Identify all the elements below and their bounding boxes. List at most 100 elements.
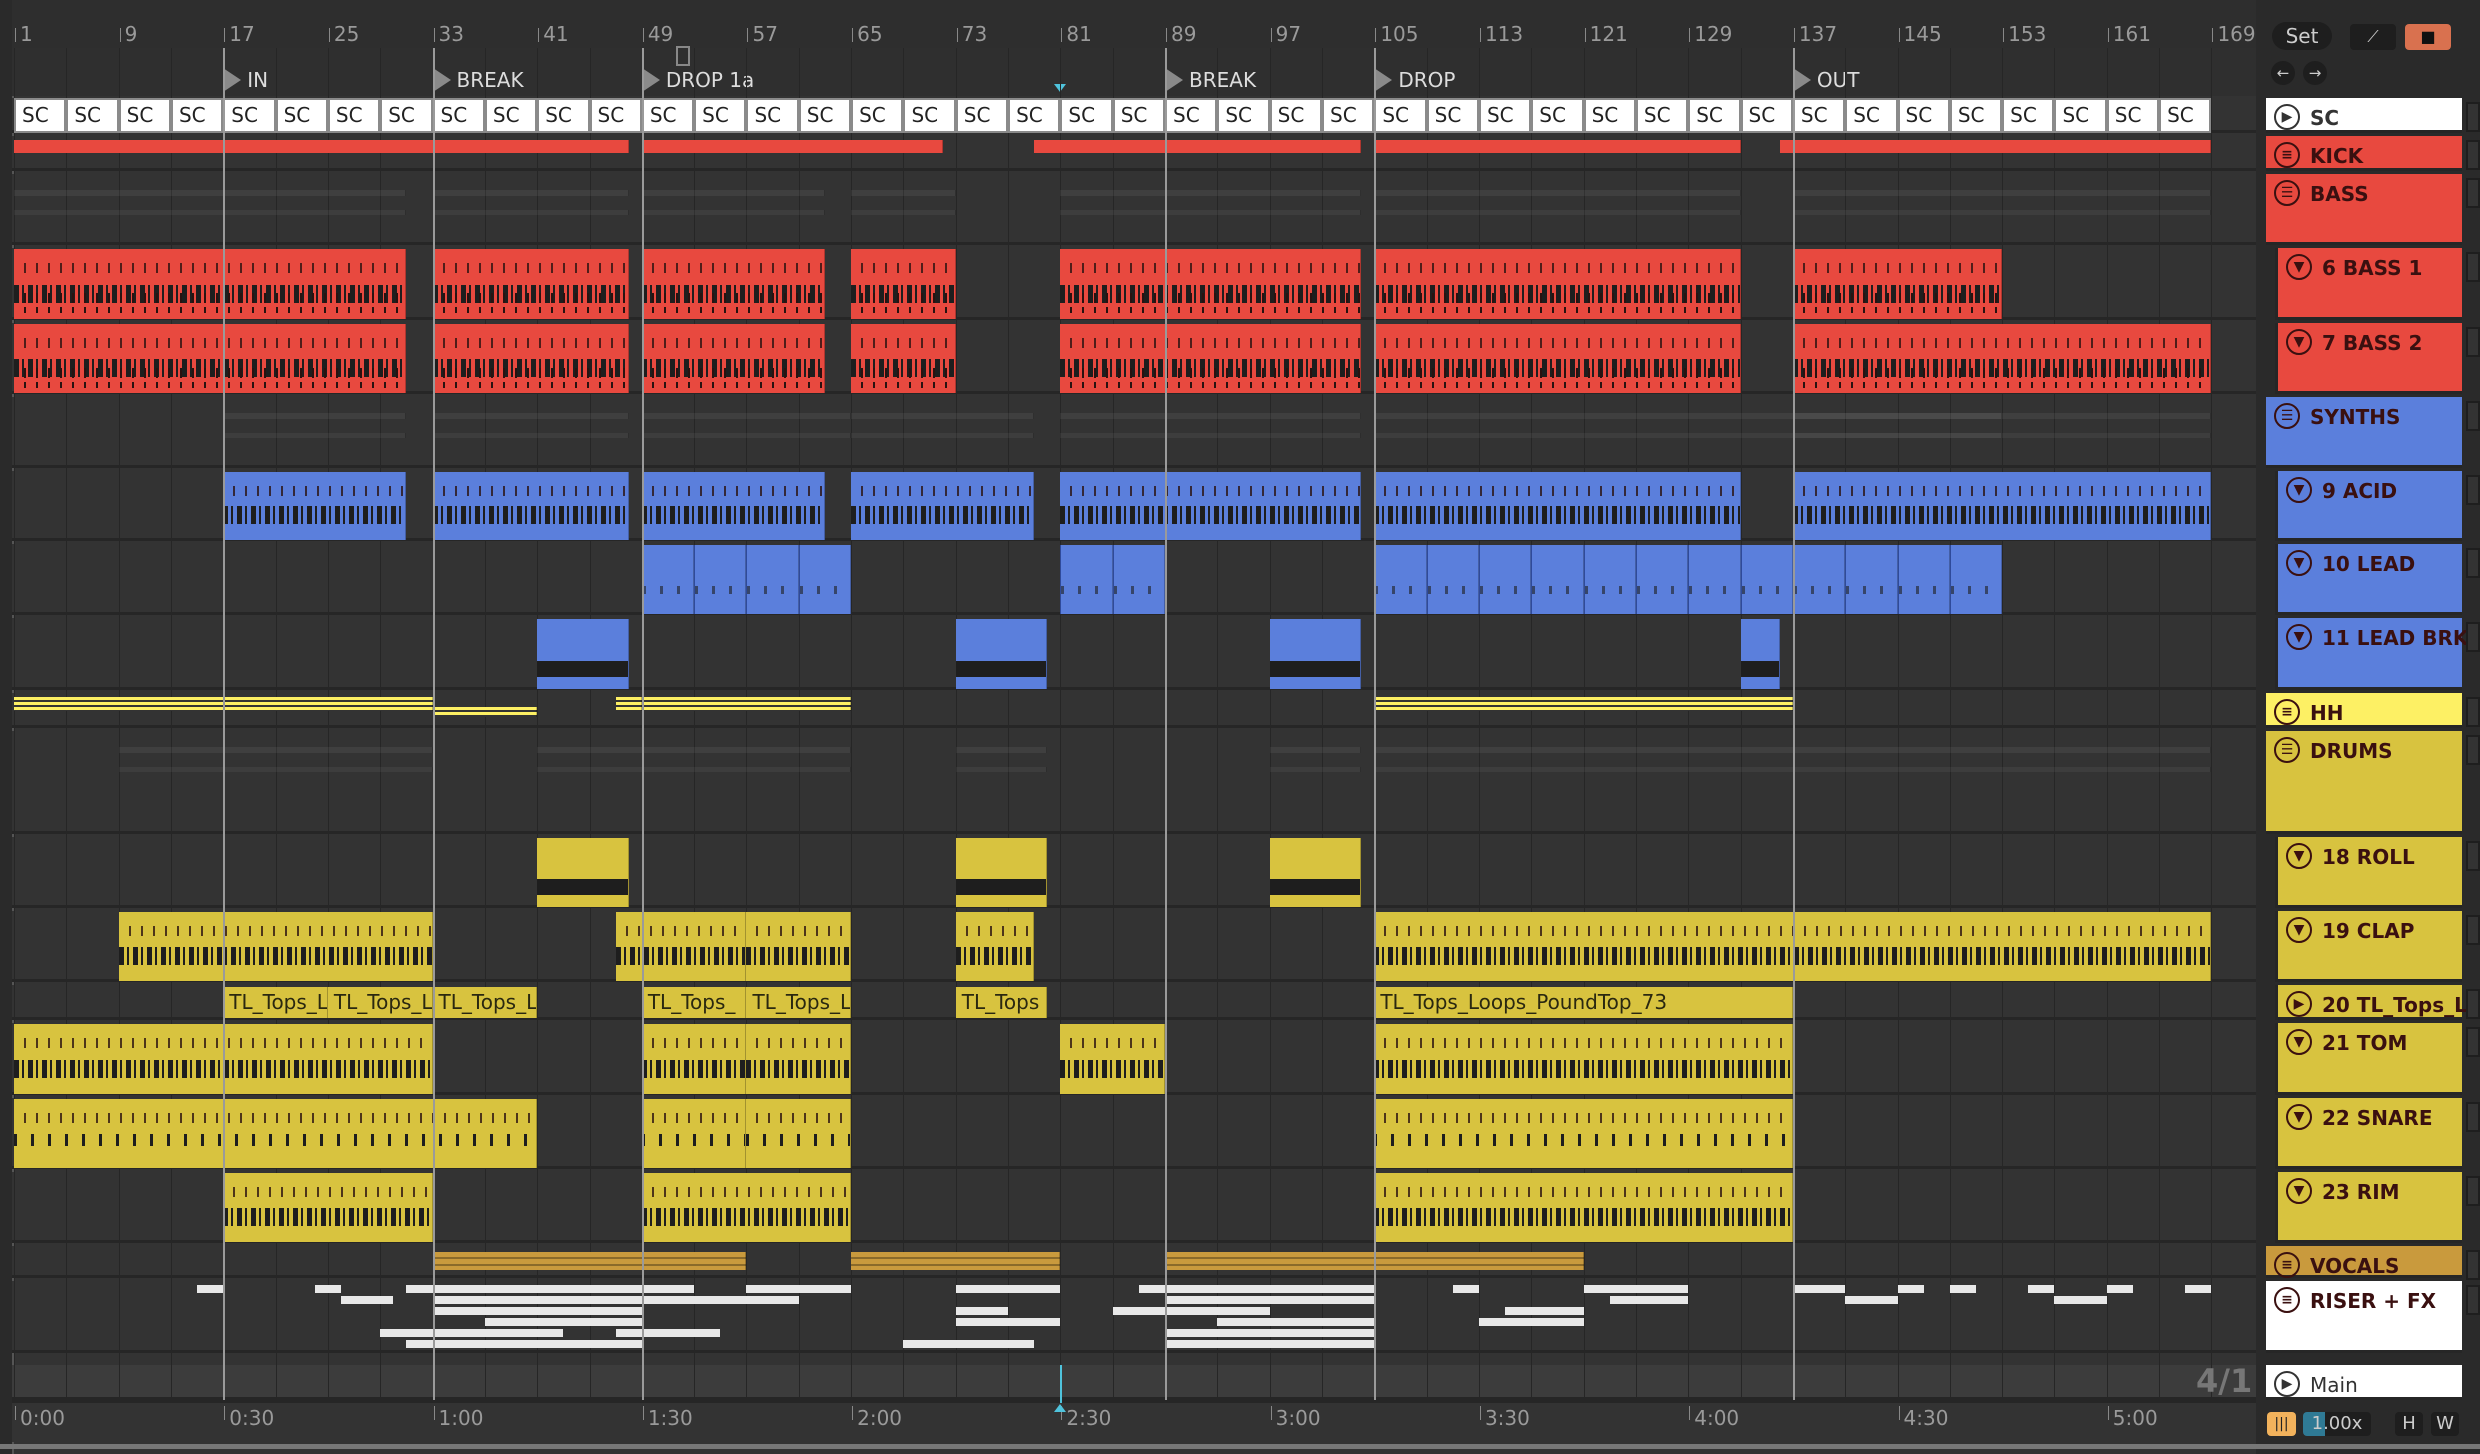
track-lane[interactable] — [12, 837, 2256, 908]
track-io-box[interactable] — [2466, 140, 2480, 170]
group-folded-icon[interactable]: ☰ — [2274, 180, 2300, 206]
clip[interactable] — [1165, 1340, 1375, 1348]
sc-clip[interactable]: SC — [432, 98, 485, 133]
sc-clip[interactable]: SC — [1635, 98, 1689, 133]
clip[interactable] — [537, 838, 629, 907]
sc-clip[interactable]: SC — [694, 98, 747, 133]
track-io-box[interactable] — [2466, 1176, 2480, 1206]
track-io-box[interactable] — [2466, 697, 2480, 727]
clip[interactable] — [798, 545, 852, 614]
sc-clip[interactable]: SC — [170, 98, 224, 133]
sc-clip[interactable]: SC — [1374, 98, 1427, 133]
clip[interactable] — [1792, 324, 2212, 393]
track-io-box[interactable] — [2466, 1250, 2480, 1280]
clip[interactable] — [1609, 1296, 1689, 1304]
clip[interactable] — [2028, 1285, 2055, 1293]
sc-clip[interactable]: SC — [484, 98, 538, 133]
clip[interactable] — [432, 324, 629, 393]
clip[interactable] — [406, 1285, 433, 1293]
clip[interactable] — [955, 1318, 1061, 1326]
clip[interactable] — [1478, 545, 1532, 614]
clip[interactable] — [615, 1329, 721, 1337]
group-icon[interactable]: ≡ — [2274, 699, 2300, 725]
lock-button[interactable]: ■ — [2405, 24, 2451, 50]
sc-clip[interactable]: SC — [1478, 98, 1532, 133]
track-header[interactable]: ▶ SC — [2266, 98, 2462, 133]
clip[interactable] — [1949, 1285, 1976, 1293]
clip[interactable] — [406, 1340, 642, 1348]
clip[interactable] — [615, 697, 642, 711]
track-io-box[interactable] — [2466, 252, 2480, 282]
track-io-box[interactable] — [2466, 735, 2480, 765]
clip[interactable] — [1949, 545, 2003, 614]
sc-clip[interactable]: SC — [1426, 98, 1479, 133]
track-header[interactable]: ▶ 20 TL_Tops_L — [2275, 985, 2467, 1020]
sc-clip[interactable]: SC — [1845, 98, 1898, 133]
locator[interactable]: IN — [223, 68, 268, 92]
arm-record-icon[interactable]: ▼ — [2286, 917, 2312, 943]
sc-clip[interactable]: SC — [1583, 98, 1636, 133]
play-icon[interactable]: ▶ — [2274, 1371, 2300, 1397]
clip[interactable] — [1269, 838, 1362, 907]
sc-clip[interactable]: SC — [955, 98, 1009, 133]
clip[interactable] — [1165, 1329, 1375, 1337]
track-io-box[interactable] — [2466, 1027, 2480, 1057]
clip[interactable] — [1269, 619, 1362, 689]
track-io-box[interactable] — [2466, 475, 2480, 505]
clip[interactable] — [798, 1285, 852, 1293]
clip[interactable] — [1792, 545, 1846, 614]
sc-clip[interactable]: SC — [641, 98, 695, 133]
clip[interactable]: TL_Tops — [955, 987, 1048, 1018]
sc-clip[interactable]: SC — [1949, 98, 2003, 133]
arm-record-icon[interactable]: ▼ — [2286, 1104, 2312, 1130]
w-button[interactable]: W — [2431, 1412, 2459, 1436]
clip[interactable] — [1531, 545, 1584, 614]
track-header[interactable]: ☰ BASS — [2266, 174, 2462, 245]
arm-record-icon[interactable]: ▼ — [2286, 550, 2312, 576]
master-track-header[interactable]: ▶ Main — [2266, 1365, 2462, 1400]
clip[interactable] — [537, 619, 629, 689]
track-io-box[interactable] — [2466, 915, 2480, 945]
prev-locator-button[interactable]: ← — [2271, 61, 2295, 85]
clip[interactable] — [197, 1285, 224, 1293]
clip[interactable] — [1792, 249, 2003, 319]
clip[interactable] — [1374, 140, 1741, 153]
track-io-box[interactable] — [2466, 989, 2480, 1019]
arm-record-icon[interactable]: ▼ — [2286, 254, 2312, 280]
clip[interactable] — [432, 1252, 747, 1270]
clip[interactable] — [1740, 619, 1780, 689]
track-io-box[interactable] — [2466, 327, 2480, 357]
clip[interactable] — [1374, 472, 1741, 540]
track-header[interactable]: ☰ SYNTHS — [2266, 397, 2462, 468]
clip[interactable] — [746, 545, 799, 614]
clip[interactable] — [746, 912, 852, 981]
clip[interactable] — [1217, 1318, 1375, 1326]
track-io-box[interactable] — [2466, 841, 2480, 871]
sc-clip[interactable]: SC — [1060, 98, 1113, 133]
clip[interactable] — [641, 1024, 747, 1094]
sc-clip[interactable]: SC — [2159, 98, 2212, 133]
clip[interactable] — [1505, 1307, 1584, 1315]
sc-clip[interactable]: SC — [1688, 98, 1741, 133]
set-button[interactable]: Set — [2272, 22, 2332, 50]
clip[interactable] — [1688, 545, 1741, 614]
clip[interactable] — [380, 1329, 564, 1337]
clip[interactable] — [14, 324, 407, 393]
clip[interactable] — [641, 324, 825, 393]
clip[interactable] — [223, 472, 407, 540]
clip[interactable] — [746, 1296, 799, 1304]
clip[interactable] — [1635, 545, 1689, 614]
play-icon[interactable]: ▶ — [2274, 104, 2300, 130]
clip[interactable] — [1779, 140, 2212, 153]
clip[interactable] — [851, 472, 1035, 540]
track-header[interactable]: ▼ 9 ACID — [2275, 471, 2462, 541]
track-io-box[interactable] — [2466, 401, 2480, 431]
track-header[interactable]: ≡ HH — [2266, 693, 2462, 728]
locator[interactable]: DROP — [1374, 68, 1455, 92]
clip[interactable] — [955, 1285, 1061, 1293]
track-header[interactable]: ≡ RISER + FX — [2266, 1281, 2462, 1353]
sc-clip[interactable]: SC — [903, 98, 956, 133]
clip[interactable] — [432, 472, 629, 540]
group-icon[interactable]: ≡ — [2274, 1252, 2300, 1278]
clip[interactable] — [851, 249, 956, 319]
